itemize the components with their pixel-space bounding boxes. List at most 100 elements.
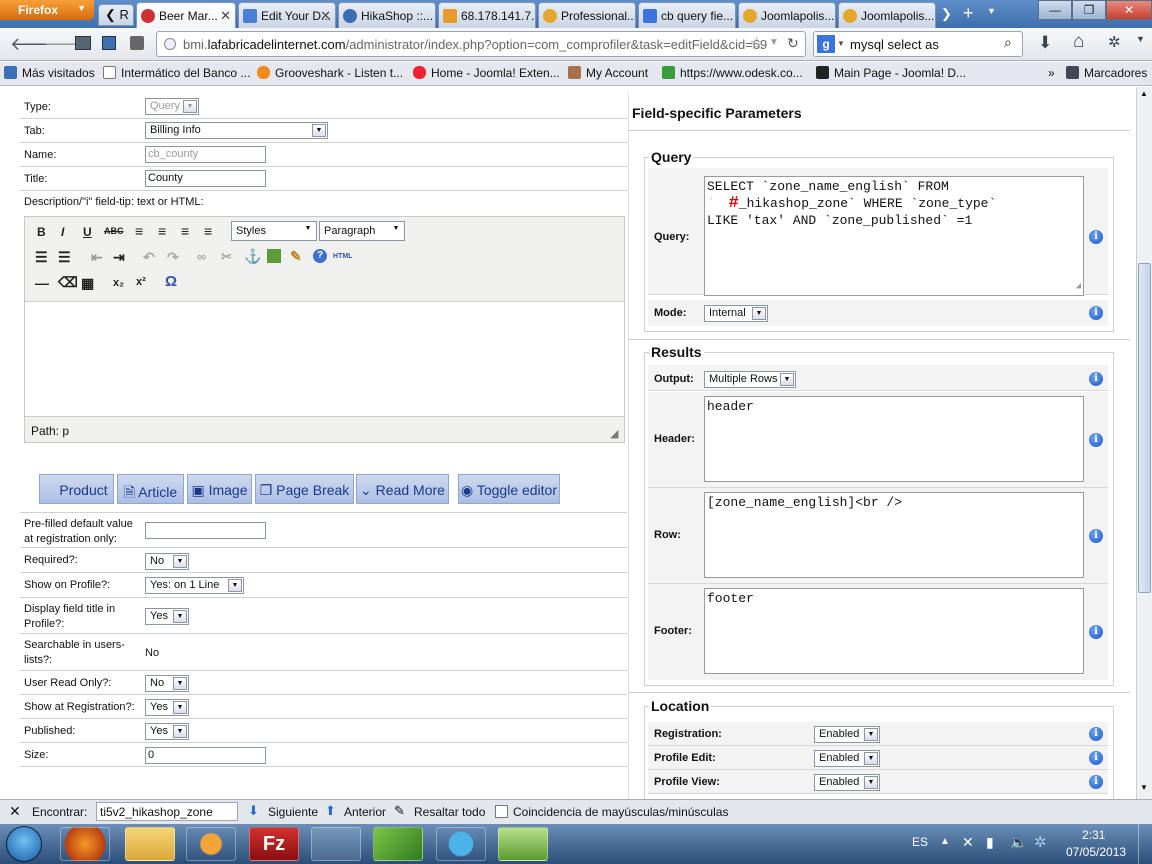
italic-icon[interactable]: I <box>61 225 64 239</box>
undo-icon[interactable]: ↶ <box>143 249 155 266</box>
superscript-icon[interactable]: x² <box>136 276 146 288</box>
url-bar[interactable]: bmi.lafabricadelinternet.com/administrat… <box>156 31 806 57</box>
tab-beer-market[interactable]: Beer Mar... ✕ <box>136 2 236 29</box>
clock-time[interactable]: 2:31 <box>1082 828 1105 842</box>
volume-icon[interactable]: 🔈 <box>1010 834 1027 851</box>
scroll-thumb[interactable] <box>1138 263 1151 593</box>
tab-edit-your[interactable]: Edit Your D... ✕ <box>238 2 336 28</box>
anchor-icon[interactable]: ⚓ <box>244 248 261 265</box>
info-icon[interactable]: i <box>1089 727 1103 741</box>
read-more-button[interactable]: ⌄ Read More <box>356 474 449 504</box>
maximize-icon[interactable]: ❐ <box>1072 0 1106 20</box>
tab-select[interactable]: Billing Info ▼ <box>145 122 328 139</box>
search-field[interactable]: g ▼ mysql select as ⌕ <box>813 31 1023 57</box>
minimize-icon[interactable]: — <box>1038 0 1072 20</box>
title-field[interactable]: County <box>145 170 266 187</box>
info-icon[interactable]: i <box>1089 372 1103 386</box>
find-input[interactable]: ti5v2_hikashop_zone <box>96 802 238 821</box>
redo-icon[interactable]: ↷ <box>167 249 179 266</box>
action-center-icon[interactable]: ✕ <box>962 834 974 851</box>
scroll-up-icon[interactable]: ▲ <box>1140 89 1148 98</box>
info-icon[interactable]: i <box>1089 775 1103 789</box>
filezilla-taskbar-icon[interactable]: Fz <box>249 827 299 861</box>
subscript-icon[interactable]: x₂ <box>113 277 124 289</box>
numbered-list-icon[interactable]: ☰ <box>58 249 71 266</box>
table-icon[interactable]: ▦ <box>81 275 94 292</box>
bluetooth-icon[interactable]: ✲ <box>1034 833 1047 851</box>
tab-phpmyadmin[interactable]: 68.178.141.7... <box>438 2 536 28</box>
bookmark-mas-visitados[interactable]: Más visitados <box>4 66 95 80</box>
media-player-taskbar-icon[interactable] <box>186 827 236 861</box>
close-icon[interactable]: ✕ <box>220 8 231 24</box>
query-textarea[interactable]: SELECT `zone_name_english` FROM ` #_hika… <box>704 176 1084 296</box>
search-icon[interactable]: ⌕ <box>1004 34 1012 51</box>
tab-cb-query[interactable]: cb query fie... <box>638 2 736 28</box>
registration-select[interactable]: Enabled ▼ <box>814 726 880 743</box>
bookmark-intermatico[interactable]: Intermático del Banco ... <box>103 66 250 80</box>
bold-icon[interactable]: B <box>37 225 46 239</box>
reload-icon[interactable]: ↻ <box>787 35 799 52</box>
output-select[interactable]: Multiple Rows ▼ <box>704 371 796 388</box>
horizontal-rule-icon[interactable]: — <box>35 275 49 291</box>
vertical-scrollbar[interactable]: ▲ ▼ <box>1136 87 1152 799</box>
page-break-button[interactable]: ❐ Page Break <box>255 474 354 504</box>
notepad-taskbar-icon[interactable] <box>373 827 423 861</box>
scroll-down-icon[interactable]: ▼ <box>1140 783 1148 792</box>
tab-professional[interactable]: Professional... <box>538 2 636 28</box>
cleanup-icon[interactable]: ✎ <box>290 248 302 265</box>
prefilled-field[interactable] <box>145 522 266 539</box>
help-icon[interactable]: ? <box>313 249 327 263</box>
underline-icon[interactable]: U <box>83 225 92 239</box>
image-button[interactable]: ▣ Image <box>187 474 252 504</box>
addon-icon[interactable] <box>102 36 116 50</box>
explorer-taskbar-icon[interactable] <box>125 827 175 861</box>
toggle-editor-button[interactable]: ◉ Toggle editor <box>458 474 560 504</box>
styles-select[interactable]: Styles ▼ <box>231 221 317 241</box>
special-char-icon[interactable]: Ω <box>165 273 177 290</box>
tab-joomlapolis-2[interactable]: Joomlapolis... <box>838 2 936 28</box>
bookmarks-menu[interactable]: Marcadores <box>1066 66 1147 80</box>
show-profile-select[interactable]: Yes: on 1 Line ▼ <box>145 577 244 594</box>
mode-select[interactable]: Internal ▼ <box>704 305 768 322</box>
image-icon[interactable] <box>267 249 281 263</box>
bullet-list-icon[interactable]: ☰ <box>35 249 48 266</box>
close-window-icon[interactable]: ✕ <box>1106 0 1152 20</box>
bookmark-star-icon[interactable]: ☆ <box>749 34 764 54</box>
article-button[interactable]: 🗎 Article <box>117 474 184 504</box>
bookmarks-overflow-icon[interactable]: » <box>1048 66 1055 80</box>
strikethrough-icon[interactable]: ABC <box>104 226 124 236</box>
close-icon[interactable]: ✕ <box>320 8 331 24</box>
close-findbar-icon[interactable]: ✕ <box>9 803 21 820</box>
bookmark-joomla-extensions[interactable]: Home - Joomla! Exten... <box>413 66 560 80</box>
tab-hikashop[interactable]: HikaShop ::... <box>338 2 436 28</box>
published-select[interactable]: Yes ▼ <box>145 723 189 740</box>
profile-view-select[interactable]: Enabled ▼ <box>814 774 880 791</box>
align-left-icon[interactable]: ≡ <box>135 223 143 239</box>
match-case-checkbox[interactable] <box>495 805 508 818</box>
resize-handle-icon[interactable]: ◢ <box>1076 278 1081 295</box>
start-button[interactable] <box>6 826 42 862</box>
size-field[interactable]: 0 <box>145 747 266 764</box>
download-icon[interactable]: ⬇ <box>1038 33 1052 53</box>
find-next-button[interactable]: Siguiente <box>268 805 318 819</box>
info-icon[interactable]: i <box>1089 625 1103 639</box>
read-only-select[interactable]: No ▼ <box>145 675 189 692</box>
align-center-icon[interactable]: ≡ <box>158 223 166 239</box>
link-icon[interactable]: ∞ <box>197 249 206 264</box>
tabs-scroll-right-icon[interactable]: ❯ <box>941 6 952 22</box>
display-title-select[interactable]: Yes ▼ <box>145 608 189 625</box>
bookmark-grooveshark[interactable]: Grooveshark - Listen t... <box>257 66 403 80</box>
tray-expand-icon[interactable]: ▲ <box>940 836 950 847</box>
highlight-all-button[interactable]: Resaltar todo <box>414 805 485 819</box>
show-desktop-button[interactable] <box>1138 824 1152 864</box>
align-justify-icon[interactable]: ≡ <box>204 223 212 239</box>
footer-textarea[interactable]: footer <box>704 588 1084 674</box>
indent-icon[interactable]: ⇥ <box>113 249 125 266</box>
network-icon[interactable]: ▮ <box>986 834 994 851</box>
notepadplusplus-taskbar-icon[interactable] <box>498 827 548 861</box>
header-textarea[interactable]: header <box>704 396 1084 482</box>
new-tab-icon[interactable]: + <box>963 3 974 24</box>
remove-format-icon[interactable]: ⌫ <box>58 274 78 291</box>
html-icon[interactable]: HTML <box>333 253 352 260</box>
clock-date[interactable]: 07/05/2013 <box>1066 845 1126 859</box>
